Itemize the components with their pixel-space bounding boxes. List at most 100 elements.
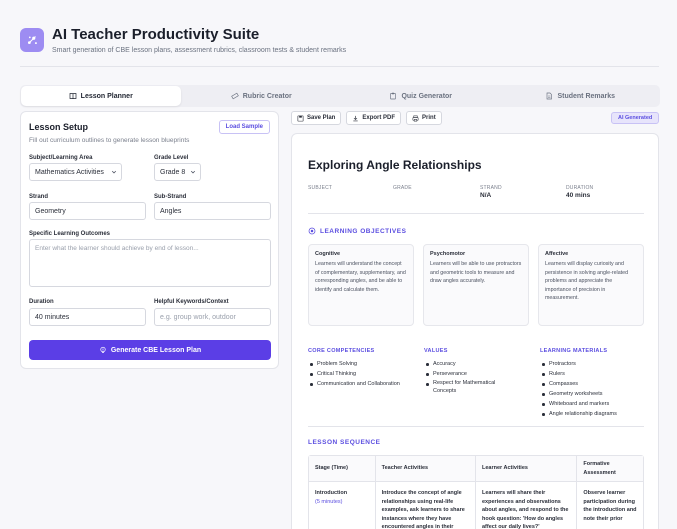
ruler-icon [230,92,239,100]
tab-label: Quiz Generator [401,92,453,100]
header-divider [20,66,659,67]
column-header: Formative Assessment [583,461,616,476]
grade-label: Grade Level [154,155,189,161]
teacher-activities-cell: Introduce the concept of angle relations… [376,482,476,529]
app-title: AI Teacher Productivity Suite [52,26,260,43]
list-item: Accuracy [424,359,519,369]
objective-title: Cognitive [315,251,341,257]
list-item: Compasses [540,379,650,389]
substrand-input[interactable]: Angles [154,202,271,220]
app-subtitle: Smart generation of CBE lesson plans, as… [52,47,347,54]
list-item: Critical Thinking [308,369,418,379]
keywords-placeholder: e.g. group work, outdoor [160,313,236,321]
objectives-heading: LEARNING OBJECTIVES [308,227,406,235]
generate-label: Generate CBE Lesson Plan [110,346,202,354]
values-heading: VALUES [424,348,448,354]
subject-label: Subject/Learning Area [29,155,93,161]
objective-text: Learners will be able to use protractors… [430,261,522,284]
tab-label: Student Remarks [557,92,616,100]
list-item: Whiteboard and markers [540,399,650,409]
tab-rubric-creator[interactable]: Rubric Creator [182,85,342,107]
sequence-heading: LESSON SEQUENCE [308,439,381,446]
competencies-list: Problem Solving Critical Thinking Commun… [308,359,418,389]
substrand-value: Angles [160,207,182,215]
column-header: Stage (Time) [309,456,376,481]
meta-duration-label: DURATION [566,185,594,191]
tab-lesson-planner[interactable]: Lesson Planner [21,86,181,106]
target-icon [308,227,316,235]
objective-title: Psychomotor [430,251,466,257]
sequence-heading-text: LESSON SEQUENCE [308,439,381,446]
list-item: Problem Solving [308,359,418,369]
list-item: Angle relationship diagrams [540,409,650,419]
app-logo [20,28,44,52]
meta-grade-label: GRADE [393,185,412,191]
chevron-down-icon [111,170,117,174]
outcomes-label: Specific Learning Outcomes [29,231,111,237]
file-icon [547,92,553,100]
list-item: Communication and Collaboration [308,379,418,389]
stage-name: Introduction [315,490,348,496]
setup-title: Lesson Setup [29,122,89,132]
list-item: Respect for Mathematical Concepts [424,379,519,395]
tab-label: Rubric Creator [242,92,292,100]
keywords-input[interactable]: e.g. group work, outdoor [154,308,271,326]
lesson-plan-document: Exploring Angle Relationships SUBJECT GR… [291,133,659,529]
main-tabs: Lesson Planner Rubric Creator Quiz Gener… [20,85,660,107]
objectives-heading-text: LEARNING OBJECTIVES [320,227,407,235]
outcomes-textarea[interactable]: Enter what the learner should achieve by… [29,239,271,287]
learner-activities-cell: Learners will share their experiences an… [476,482,578,529]
materials-heading: LEARNING MATERIALS [540,348,608,354]
generate-lesson-plan-button[interactable]: Generate CBE Lesson Plan [29,340,271,360]
export-label: Export PDF [362,115,396,121]
clipboard-icon [390,92,397,100]
objective-card-psychomotor: Psychomotor Learners will be able to use… [423,244,529,326]
load-sample-button[interactable]: Load Sample [218,120,270,134]
lesson-setup-panel: Lesson Setup Load Sample Fill out curric… [20,111,279,369]
strand-value: Geometry [35,207,66,215]
export-pdf-button[interactable]: Export PDF [346,111,402,125]
chevron-down-icon [190,170,196,174]
print-label: Print [422,115,436,121]
meta-divider [308,213,644,214]
strand-input[interactable]: Geometry [29,202,146,220]
grade-select[interactable]: Grade 8 [154,163,201,181]
tab-label: Lesson Planner [80,92,133,100]
save-label: Save Plan [307,115,336,121]
plan-toolbar: Save Plan Export PDF Print [291,111,442,125]
objective-title: Affective [545,251,569,257]
subject-select[interactable]: Mathematics Activities [29,163,122,181]
ai-generated-badge: AI Generated [611,112,660,124]
tab-quiz-generator[interactable]: Quiz Generator [341,85,501,107]
list-item: Protractors [540,359,650,369]
printer-icon [412,115,419,121]
book-icon [69,93,77,100]
list-item: Geometry worksheets [540,389,650,399]
objective-card-cognitive: Cognitive Learners will understand the c… [308,244,414,326]
sparkle-icon [27,36,37,45]
materials-list: Protractors Rulers Compasses Geometry wo… [540,359,650,419]
meta-strand-label: STRAND [480,185,502,191]
list-item: Perseverance [424,369,519,379]
save-icon [297,115,304,121]
section-divider [308,426,644,427]
save-plan-button[interactable]: Save Plan [291,111,342,125]
objective-text: Learners will understand the concept of … [315,261,406,293]
meta-duration-value: 40 mins [566,192,591,199]
stage-time: (5 minutes) [315,498,343,505]
grade-value: Grade 8 [160,168,186,176]
plan-title: Exploring Angle Relationships [308,158,482,172]
download-icon [353,115,359,121]
app-header: AI Teacher Productivity Suite Smart gene… [20,26,346,54]
substrand-label: Sub-Strand [154,194,187,200]
strand-label: Strand [29,194,49,200]
meta-strand-value: N/A [480,192,492,199]
assessment-cell: Observe learner participation during the… [583,490,637,522]
duration-input[interactable]: 40 minutes [29,308,146,326]
stage-cell: Introduction (5 minutes) [309,482,376,529]
list-item: Rulers [540,369,650,379]
lightbulb-icon [100,346,106,353]
tab-student-remarks[interactable]: Student Remarks [501,85,661,107]
print-button[interactable]: Print [406,111,442,125]
duration-label: Duration [29,299,54,305]
